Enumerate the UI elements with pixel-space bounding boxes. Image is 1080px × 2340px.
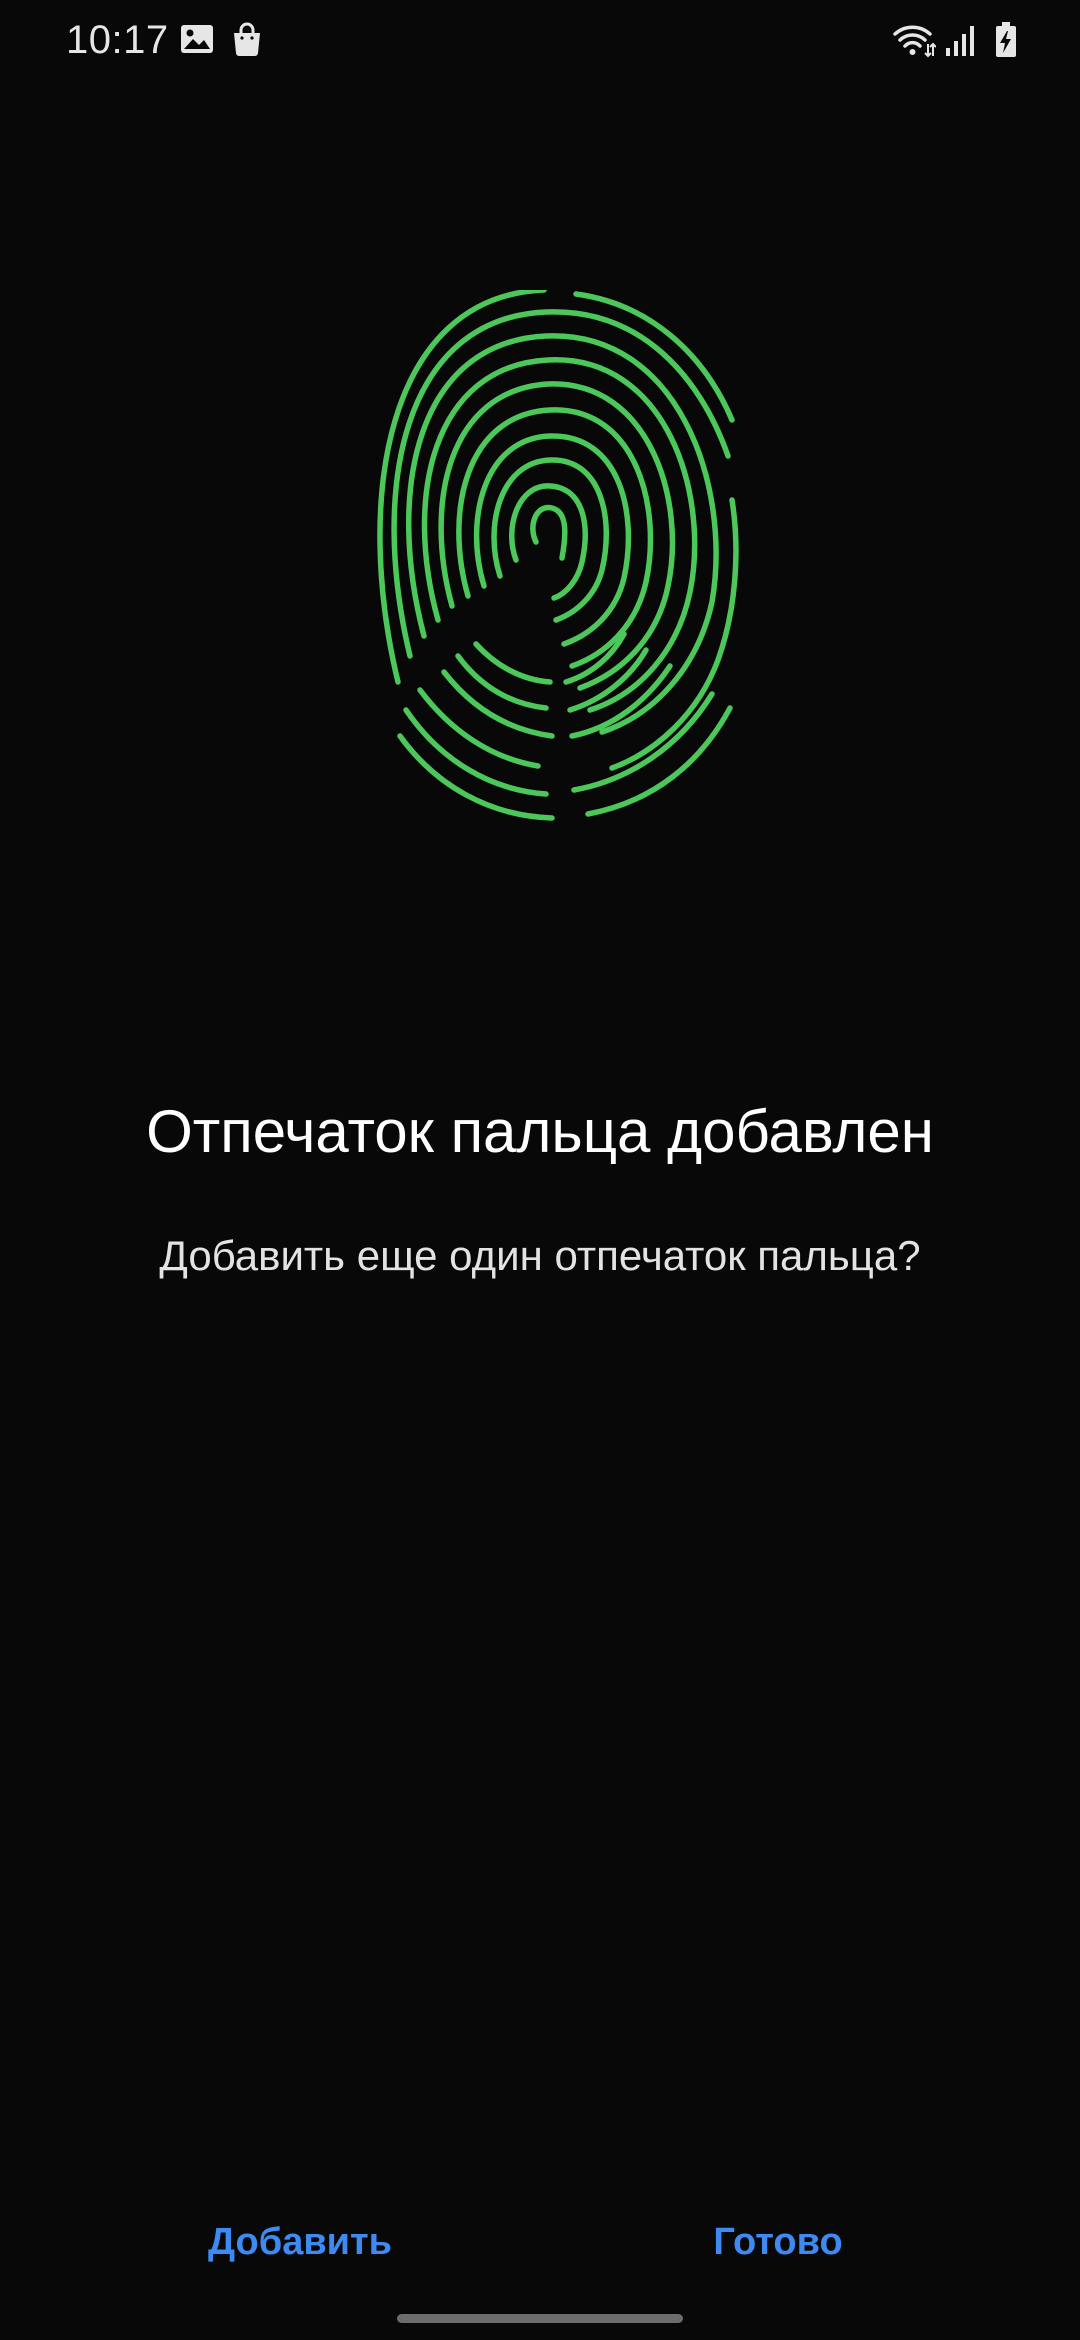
status-time: 10:17 <box>66 18 169 62</box>
signal-icon <box>946 26 974 56</box>
page-subtitle: Добавить еще один отпечаток пальца? <box>159 1232 921 1279</box>
battery-charging-icon <box>996 22 1016 57</box>
image-icon <box>181 25 213 53</box>
status-bar: 10:17 <box>0 0 1080 84</box>
shopping-bag-icon <box>234 22 260 56</box>
home-indicator[interactable] <box>397 2314 683 2323</box>
done-button[interactable]: Готово <box>628 2210 928 2274</box>
wifi-icon <box>893 25 936 58</box>
page-title: Отпечаток пальца добавлен <box>146 1098 934 1165</box>
fingerprint-icon <box>377 290 739 821</box>
add-button[interactable]: Добавить <box>150 2210 450 2274</box>
